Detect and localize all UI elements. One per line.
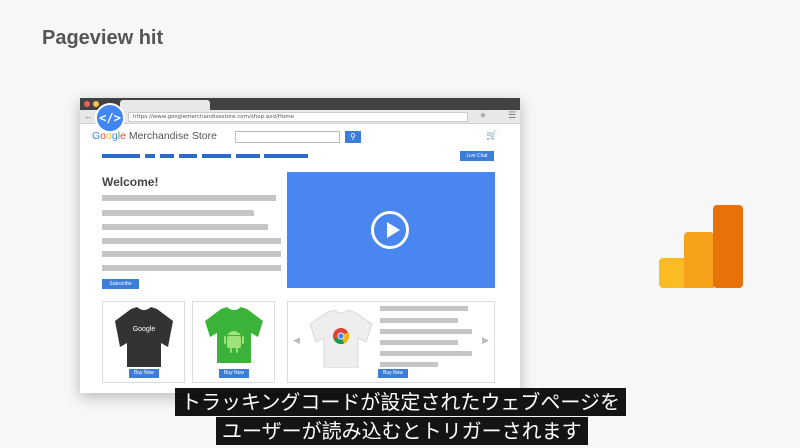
nav-item-3[interactable] bbox=[160, 154, 174, 158]
text-placeholder-line bbox=[102, 195, 276, 201]
subtitle-line-1: トラッキングコードが設定されたウェブページを bbox=[175, 388, 626, 416]
welcome-heading: Welcome! bbox=[102, 175, 159, 189]
carousel-next-icon[interactable]: ▶ bbox=[482, 335, 489, 346]
search-icon[interactable]: ⚲ bbox=[345, 131, 361, 143]
code-icon: </> bbox=[95, 103, 125, 133]
nav-item-7[interactable] bbox=[264, 154, 308, 158]
chrome-icon bbox=[333, 328, 350, 345]
slide-title: Pageview hit bbox=[42, 27, 164, 49]
nav-item-1[interactable] bbox=[102, 154, 140, 158]
subtitle-line-2: ユーザーが読み込むとトリガーされます bbox=[216, 417, 588, 445]
analytics-bar-medium bbox=[684, 232, 714, 288]
video-player[interactable] bbox=[287, 172, 495, 288]
featured-product-card[interactable]: ◀ ▶ Buy Now bbox=[287, 301, 495, 383]
address-bar: ← https://www.googlemerchandisestore.com… bbox=[80, 110, 520, 124]
buy-now-button[interactable]: Buy Now bbox=[129, 369, 159, 378]
buy-now-button[interactable]: Buy Now bbox=[219, 369, 249, 378]
text-placeholder-line bbox=[380, 306, 468, 311]
text-placeholder-line bbox=[380, 329, 472, 334]
text-placeholder-line bbox=[102, 251, 281, 257]
shirt-print-text: Google bbox=[133, 326, 156, 333]
text-placeholder-line bbox=[102, 238, 281, 244]
browser-titlebar bbox=[80, 98, 520, 110]
analytics-bar-large bbox=[713, 205, 743, 288]
nav-item-2[interactable] bbox=[145, 154, 155, 158]
black-tshirt-image: Google bbox=[115, 307, 173, 367]
window-minimize-dot[interactable] bbox=[93, 101, 99, 107]
store-name: Merchandise Store bbox=[128, 130, 217, 142]
window-close-dot[interactable] bbox=[84, 101, 90, 107]
browser-window: ← https://www.googlemerchandisestore.com… bbox=[80, 98, 520, 393]
text-placeholder-line bbox=[380, 362, 438, 367]
text-placeholder-line bbox=[102, 224, 268, 230]
text-placeholder-line bbox=[380, 318, 458, 323]
browser-tab[interactable] bbox=[120, 100, 210, 110]
product-card[interactable]: Buy Now bbox=[192, 301, 275, 383]
carousel-prev-icon[interactable]: ◀ bbox=[293, 335, 300, 346]
nav-item-6[interactable] bbox=[236, 154, 260, 158]
star-icon[interactable]: ★ bbox=[479, 110, 487, 121]
store-search-input[interactable] bbox=[235, 131, 340, 143]
nav-item-4[interactable] bbox=[179, 154, 197, 158]
text-placeholder-line bbox=[380, 351, 472, 356]
analytics-logo bbox=[659, 205, 743, 288]
text-placeholder-line bbox=[380, 340, 458, 345]
buy-now-button[interactable]: Buy Now bbox=[378, 369, 408, 378]
play-icon[interactable] bbox=[371, 211, 409, 249]
product-card[interactable]: Google Buy Now bbox=[102, 301, 185, 383]
nav-item-5[interactable] bbox=[202, 154, 231, 158]
text-placeholder-line bbox=[102, 210, 254, 216]
green-tshirt-image bbox=[205, 307, 263, 363]
white-tshirt-image bbox=[309, 310, 373, 368]
url-field[interactable]: https://www.googlemerchandisestore.com/s… bbox=[128, 112, 468, 122]
cart-icon[interactable]: 🛒 bbox=[486, 130, 497, 141]
text-placeholder-line bbox=[102, 265, 281, 271]
menu-icon[interactable]: ☰ bbox=[508, 110, 516, 121]
back-arrow-icon[interactable]: ← bbox=[84, 111, 93, 121]
subscribe-button[interactable]: Subscribe bbox=[102, 279, 139, 289]
live-chat-button[interactable]: Live Chat bbox=[460, 151, 494, 161]
